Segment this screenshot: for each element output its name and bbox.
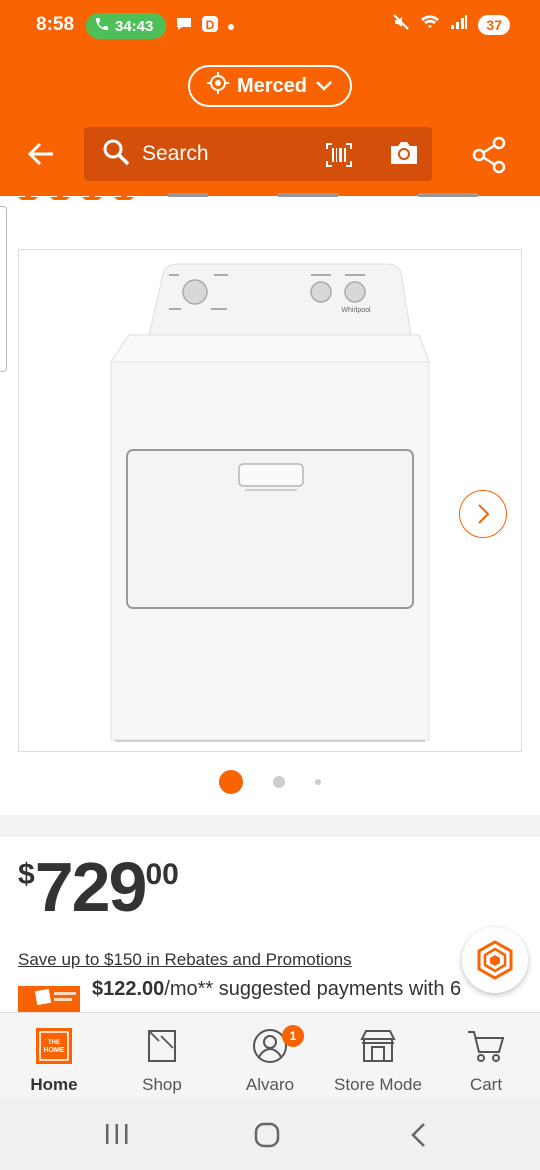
nav-store-mode[interactable]: Store Mode xyxy=(324,1013,432,1098)
chat-notification-icon xyxy=(175,16,193,37)
financing-amount: $122.00 xyxy=(92,978,165,1000)
nav-account-label: Alvaro xyxy=(245,1075,295,1094)
home-circle-icon[interactable] xyxy=(254,1122,280,1153)
product-price: $ 729 00 xyxy=(18,852,179,922)
system-icons: 37 xyxy=(392,13,510,36)
app-notification-icon: D xyxy=(201,15,219,38)
system-navigation-bar xyxy=(0,1098,540,1170)
back-arrow-icon xyxy=(27,142,53,166)
nav-account[interactable]: 1 Alvaro xyxy=(216,1013,324,1098)
financing-offer[interactable]: $122.00/mo** suggested payments with 6 xyxy=(92,978,488,1001)
location-target-icon xyxy=(206,72,229,100)
svg-text:D: D xyxy=(206,18,215,32)
nav-home-label: Home xyxy=(30,1075,78,1094)
home-depot-logo-icon: THE HOME xyxy=(36,1027,72,1065)
recent-apps-icon[interactable] xyxy=(104,1122,130,1151)
barcode-scan-icon[interactable] xyxy=(326,143,352,172)
notification-icons: D xyxy=(175,15,235,38)
gallery-dot[interactable] xyxy=(273,776,285,788)
svg-text:HOME: HOME xyxy=(44,1047,65,1054)
dryer-product-image: Whirlpool xyxy=(110,263,430,742)
wifi-icon xyxy=(420,14,440,35)
store-selector[interactable]: Merced xyxy=(188,65,352,107)
call-timer-pill[interactable]: 34:43 xyxy=(86,13,166,39)
side-drawer-tab[interactable] xyxy=(0,206,7,372)
search-placeholder: Search xyxy=(142,142,209,165)
section-divider xyxy=(0,815,540,837)
price-cents: 00 xyxy=(145,858,179,891)
rating-row-cutoff xyxy=(18,190,498,200)
cart-icon xyxy=(467,1027,505,1065)
camera-icon[interactable] xyxy=(388,139,420,172)
search-input[interactable]: Search xyxy=(84,127,432,181)
nav-cart-label: Cart xyxy=(469,1075,503,1094)
share-button[interactable] xyxy=(472,136,506,179)
gallery-pagination xyxy=(0,770,540,794)
call-timer: 34:43 xyxy=(115,17,154,35)
credit-card-image xyxy=(18,986,80,1012)
nav-store-mode-label: Store Mode xyxy=(334,1075,422,1094)
hexagon-assistant-icon xyxy=(477,940,513,980)
nav-shop-label: Shop xyxy=(142,1075,182,1094)
chat-assistant-button[interactable] xyxy=(462,927,528,993)
nav-cart[interactable]: Cart xyxy=(432,1013,540,1098)
more-notifications-dot-icon xyxy=(227,18,235,36)
shop-icon xyxy=(146,1027,178,1065)
status-bar: 8:58 34:43 D 37 xyxy=(0,0,540,50)
signal-icon xyxy=(450,14,468,35)
gallery-dot[interactable] xyxy=(315,779,321,785)
financing-text: /mo** suggested payments with 6 xyxy=(164,978,462,1000)
search-icon xyxy=(102,138,130,171)
bottom-navigation: THE HOME Home Shop 1 Alvaro Store Mode Ca… xyxy=(0,1012,540,1098)
svg-text:THE: THE xyxy=(48,1040,60,1046)
nav-shop[interactable]: Shop xyxy=(108,1013,216,1098)
next-image-button[interactable] xyxy=(459,490,507,538)
store-name: Merced xyxy=(236,74,308,97)
notification-badge: 1 xyxy=(282,1025,304,1047)
back-button[interactable] xyxy=(26,140,58,170)
app-header: Merced Search xyxy=(0,50,540,196)
mute-icon xyxy=(392,13,410,36)
chevron-down-icon xyxy=(315,75,333,98)
battery-indicator: 37 xyxy=(478,14,510,35)
product-image-gallery[interactable]: Whirlpool xyxy=(18,249,522,752)
store-icon xyxy=(359,1027,397,1065)
chevron-right-icon xyxy=(478,504,490,524)
brand-logo-text: Whirlpool xyxy=(341,307,371,314)
price-currency: $ xyxy=(18,858,35,891)
phone-icon xyxy=(94,16,110,36)
gallery-dot-active[interactable] xyxy=(219,770,243,794)
share-icon xyxy=(472,136,506,174)
nav-home[interactable]: THE HOME Home xyxy=(0,1013,108,1098)
price-dollars: 729 xyxy=(34,848,148,926)
system-back-icon[interactable] xyxy=(408,1122,428,1153)
rebates-link[interactable]: Save up to $150 in Rebates and Promotion… xyxy=(18,950,352,970)
status-time: 8:58 xyxy=(36,14,75,35)
